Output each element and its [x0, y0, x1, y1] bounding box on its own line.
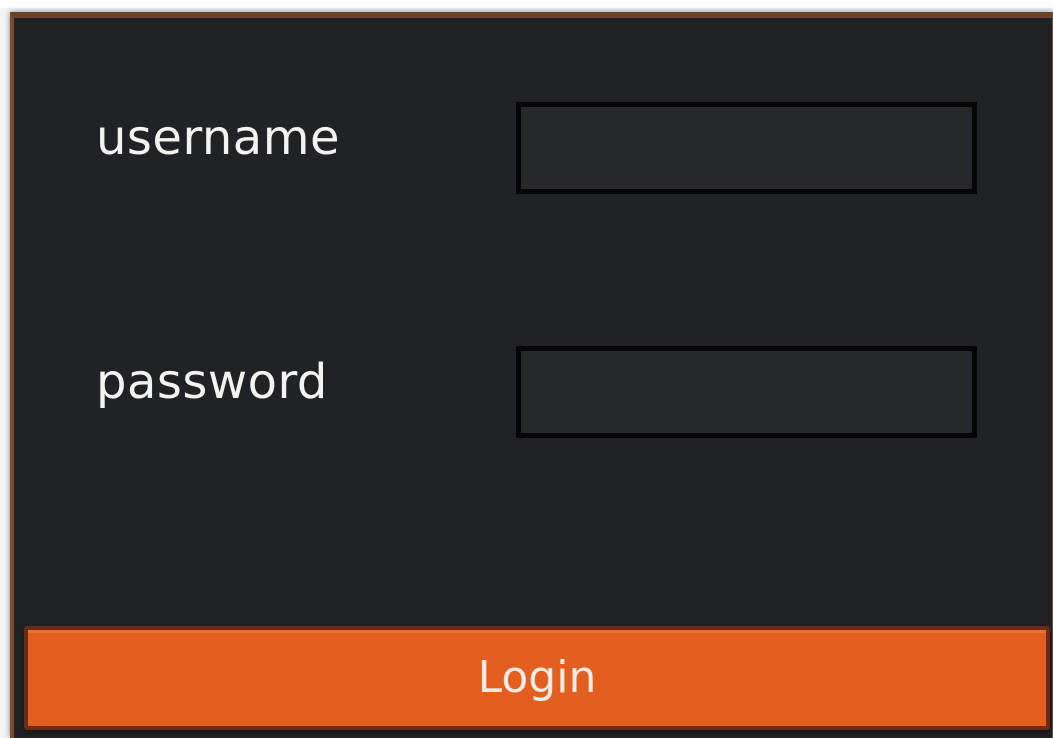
login-panel: username password Login	[10, 12, 1053, 738]
password-label: password	[96, 354, 328, 410]
password-input[interactable]	[516, 346, 977, 438]
username-input[interactable]	[516, 102, 977, 194]
window-background: username password Login	[0, 0, 1053, 738]
login-button[interactable]: Login	[24, 626, 1050, 730]
username-label: username	[96, 110, 340, 166]
